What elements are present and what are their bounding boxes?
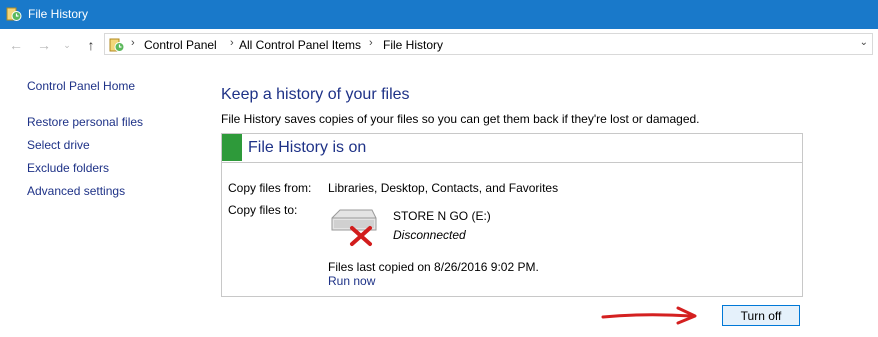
navigation-bar: ← → ⌄ ↑ › Control Panel › All Control Pa… [0, 29, 878, 62]
file-history-icon [6, 7, 22, 21]
copy-to-label: Copy files to: [228, 203, 298, 217]
red-arrow-annotation [601, 306, 697, 325]
address-dropdown-chevron-icon[interactable]: ⌄ [860, 37, 868, 48]
up-arrow-icon[interactable]: ↑ [83, 37, 99, 53]
address-bar[interactable]: › Control Panel › All Control Panel Item… [104, 33, 873, 55]
title-bar: File History [0, 0, 878, 29]
copy-from-value: Libraries, Desktop, Contacts, and Favori… [328, 181, 559, 195]
sidebar-link-exclude-folders[interactable]: Exclude folders [27, 161, 109, 175]
sidebar-link-select-drive[interactable]: Select drive [27, 138, 90, 152]
breadcrumb-all-control-panel-items[interactable]: All Control Panel Items [239, 38, 361, 52]
breadcrumb-file-history[interactable]: File History [383, 38, 443, 52]
copy-from-label: Copy files from: [228, 181, 312, 195]
file-history-status-panel: File History is on Copy files from: Libr… [221, 133, 803, 297]
breadcrumb-separator[interactable]: › [230, 37, 234, 49]
window-title: File History [28, 7, 89, 21]
recent-locations-chevron-icon[interactable]: ⌄ [62, 37, 72, 53]
status-indicator [222, 134, 242, 161]
run-now-link[interactable]: Run now [328, 274, 375, 288]
page-description: File History saves copies of your files … [221, 112, 700, 126]
breadcrumb-separator[interactable]: › [131, 37, 135, 49]
sidebar-link-restore-personal-files[interactable]: Restore personal files [27, 115, 143, 129]
forward-arrow-icon[interactable]: → [36, 37, 52, 53]
sidebar-link-control-panel-home[interactable]: Control Panel Home [27, 79, 135, 93]
turn-off-button[interactable]: Turn off [722, 305, 800, 326]
drive-name: STORE N GO (E:) [393, 209, 491, 223]
sidebar-link-advanced-settings[interactable]: Advanced settings [27, 184, 125, 198]
breadcrumb-separator[interactable]: › [369, 37, 373, 49]
status-header: File History is on [222, 134, 802, 163]
page-heading: Keep a history of your files [221, 86, 410, 103]
file-history-icon [109, 38, 125, 52]
back-arrow-icon[interactable]: ← [8, 37, 24, 53]
drive-status: Disconnected [393, 228, 466, 242]
last-copied-text: Files last copied on 8/26/2016 9:02 PM. [328, 260, 539, 274]
breadcrumb-control-panel[interactable]: Control Panel [144, 38, 217, 52]
drive-disconnected-icon [331, 209, 377, 246]
status-text: File History is on [248, 139, 367, 156]
